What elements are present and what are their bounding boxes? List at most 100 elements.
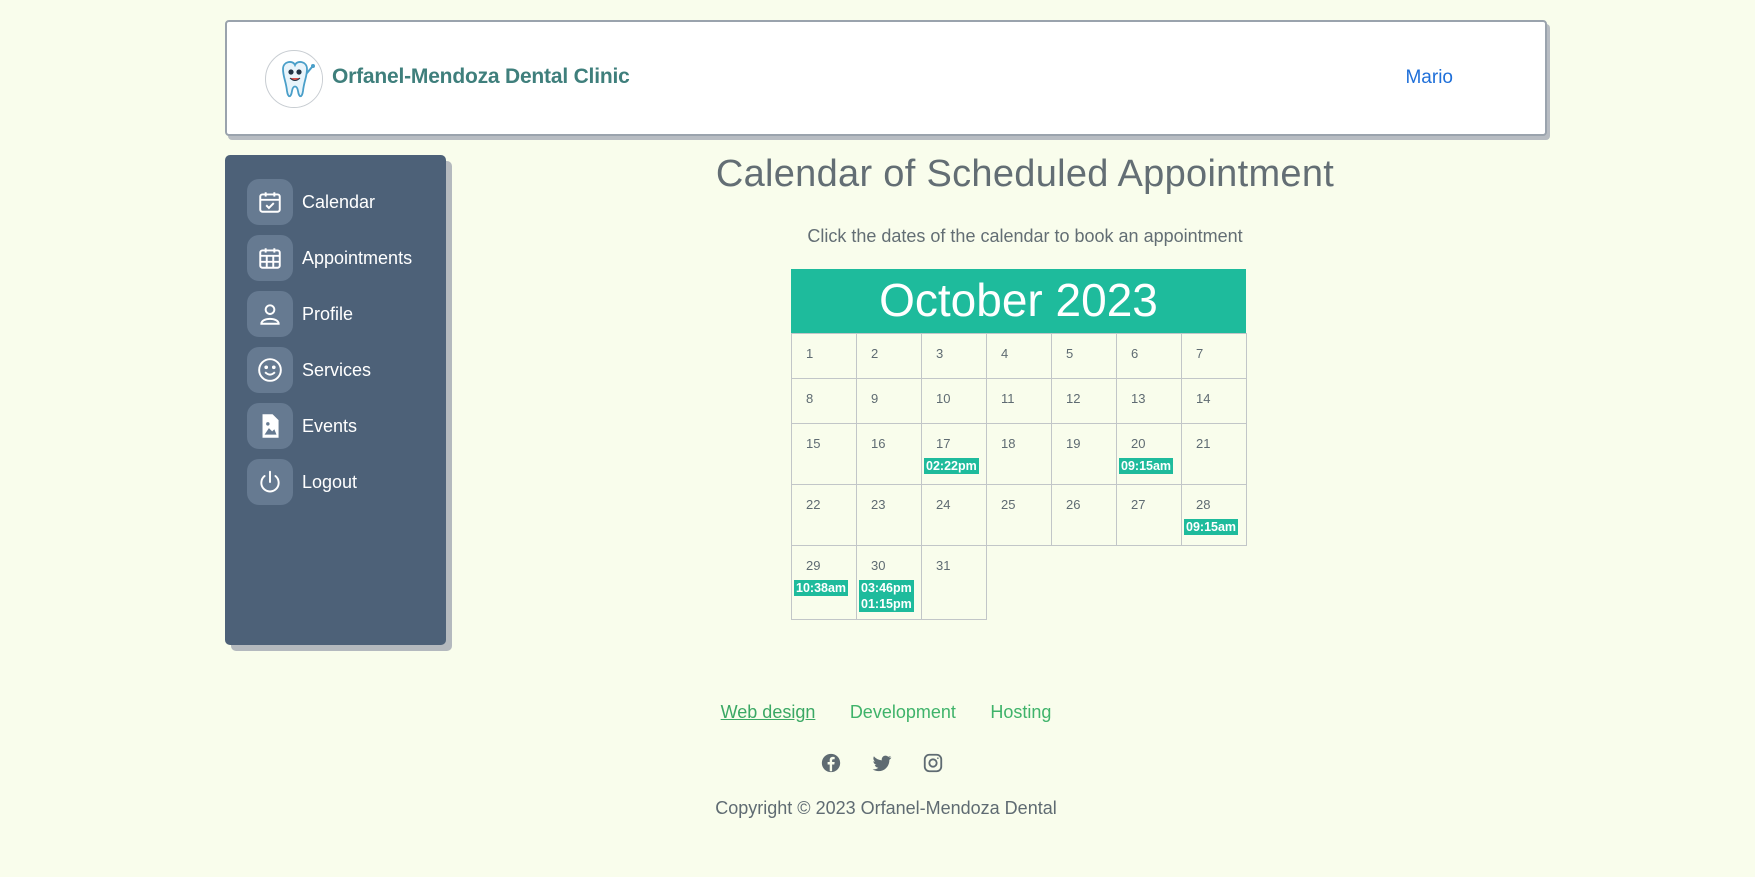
appointment-time-badge[interactable]: 09:15am [1184, 519, 1239, 535]
tooth-mascot-logo [267, 52, 322, 107]
calendar-day-cell[interactable]: 14 [1181, 378, 1247, 424]
calendar-day-number: 26 [1066, 497, 1081, 512]
calendar-day-number: 18 [1001, 436, 1016, 451]
footer-link-web-design[interactable]: Web design [721, 702, 816, 723]
user-menu-link[interactable]: Mario [1405, 67, 1453, 89]
calendar-day-number: 10 [936, 391, 951, 406]
calendar-day-cell[interactable]: 17 02:22pm [921, 423, 987, 485]
calendar-day-number: 4 [1001, 346, 1009, 361]
calendar-day-cell[interactable]: 27 [1116, 484, 1182, 546]
calendar-day-cell[interactable]: 30 03:46pm 01:15pm [856, 545, 922, 620]
calendar-day-number: 23 [871, 497, 886, 512]
calendar-day-number: 20 [1131, 436, 1146, 451]
clinic-name: Orfanel-Mendoza Dental Clinic [332, 65, 630, 88]
calendar-day-cell[interactable]: 12 [1051, 378, 1117, 424]
calendar-day-number: 1 [806, 346, 814, 361]
clinic-logo[interactable] [265, 50, 323, 108]
calendar-day-cell[interactable]: 16 [856, 423, 922, 485]
sidebar-item-logout[interactable]: Logout [247, 459, 357, 505]
instagram-icon[interactable] [922, 752, 944, 774]
calendar-check-icon [247, 179, 293, 225]
calendar-day-number: 24 [936, 497, 951, 512]
calendar-day-number: 11 [1001, 391, 1015, 406]
calendar-day-cell[interactable]: 29 10:38am [791, 545, 857, 620]
power-icon [247, 459, 293, 505]
calendar-day-cell[interactable]: 20 09:15am [1116, 423, 1182, 485]
sidebar-item-appointments[interactable]: Appointments [247, 235, 412, 281]
footer-links: Web design Development Hosting [600, 702, 1172, 723]
appointment-time-badge[interactable]: 09:15am [1119, 458, 1174, 474]
calendar-day-number: 14 [1196, 391, 1211, 406]
sidebar: Calendar Appointments Profile Services E… [225, 155, 446, 645]
calendar-day-cell[interactable]: 25 [986, 484, 1052, 546]
calendar-day-cell[interactable]: 2 [856, 333, 922, 379]
calendar-day-cell[interactable]: 9 [856, 378, 922, 424]
calendar-day-cell[interactable]: 28 09:15am [1181, 484, 1247, 546]
calendar-day-number: 13 [1131, 391, 1146, 406]
calendar-day-cell[interactable]: 18 [986, 423, 1052, 485]
sidebar-item-label: Events [302, 415, 358, 436]
page-title: Calendar of Scheduled Appointment [715, 153, 1335, 195]
appointment-time-badge[interactable]: 03:46pm [859, 580, 914, 596]
calendar-day-number: 21 [1196, 436, 1211, 451]
calendar-day-cell[interactable]: 31 [921, 545, 987, 620]
calendar-day-cell[interactable]: 7 [1181, 333, 1247, 379]
footer-link-hosting[interactable]: Hosting [990, 702, 1051, 723]
calendar-day-number: 9 [871, 391, 879, 406]
calendar-day-cell[interactable]: 24 [921, 484, 987, 546]
page-subtitle: Click the dates of the calendar to book … [807, 226, 1243, 246]
top-header: Orfanel-Mendoza Dental Clinic Mario [225, 20, 1547, 136]
appointment-time-badge[interactable]: 10:38am [794, 580, 849, 596]
calendar-day-cell[interactable]: 19 [1051, 423, 1117, 485]
calendar-day-cell[interactable]: 10 [921, 378, 987, 424]
calendar-day-number: 3 [936, 346, 944, 361]
calendar-day-number: 30 [871, 558, 886, 573]
twitter-icon[interactable] [871, 752, 893, 774]
sidebar-item-label: Appointments [302, 247, 413, 268]
calendar-day-number: 17 [936, 436, 951, 451]
calendar-day-number: 25 [1001, 497, 1016, 512]
calendar-day-number: 29 [806, 558, 821, 573]
calendar-day-cell[interactable]: 15 [791, 423, 857, 485]
social-links [820, 752, 944, 774]
appointment-time-badge[interactable]: 01:15pm [859, 596, 914, 612]
calendar-day-number: 2 [871, 346, 879, 361]
calendar-day-number: 5 [1066, 346, 1074, 361]
calendar-day-cell[interactable]: 6 [1116, 333, 1182, 379]
calendar-day-cell[interactable]: 1 [791, 333, 857, 379]
sidebar-item-events[interactable]: Events [247, 403, 357, 449]
copyright-text: Copyright © 2023 Orfanel-Mendoza Dental [715, 798, 1057, 818]
calendar-day-cell[interactable]: 13 [1116, 378, 1182, 424]
calendar-month-title: October 2023 [791, 269, 1246, 333]
sidebar-item-label: Profile [302, 303, 354, 324]
footer-link-development[interactable]: Development [850, 702, 956, 723]
calendar-day-cell[interactable]: 8 [791, 378, 857, 424]
calendar-day-number: 19 [1066, 436, 1081, 451]
appointment-calendar: October 2023 1 2 3 4 5 6 7 8 9 10 11 12 13 14 15 16 17 02… [791, 269, 1247, 620]
sidebar-item-label: Services [302, 359, 372, 380]
appointment-time-badge[interactable]: 02:22pm [924, 458, 979, 474]
calendar-day-number: 22 [806, 497, 821, 512]
sidebar-item-profile[interactable]: Profile [247, 291, 353, 337]
calendar-day-number: 27 [1131, 497, 1146, 512]
sidebar-item-calendar[interactable]: Calendar [247, 179, 375, 225]
calendar-day-cell[interactable]: 11 [986, 378, 1052, 424]
user-icon [247, 291, 293, 337]
calendar-day-number: 8 [806, 391, 814, 406]
sidebar-item-services[interactable]: Services [247, 347, 371, 393]
calendar-day-number: 16 [871, 436, 886, 451]
calendar-day-cell[interactable]: 22 [791, 484, 857, 546]
calendar-day-number: 7 [1196, 346, 1204, 361]
calendar-day-cell[interactable]: 26 [1051, 484, 1117, 546]
calendar-grid: 1 2 3 4 5 6 7 8 9 10 11 12 13 14 15 16 17 02:22pm 18 19 20 09… [791, 333, 1247, 620]
sidebar-item-label: Logout [302, 471, 358, 492]
facebook-icon[interactable] [820, 752, 842, 774]
calendar-day-cell[interactable]: 21 [1181, 423, 1247, 485]
calendar-day-cell[interactable]: 5 [1051, 333, 1117, 379]
calendar-day-number: 31 [936, 558, 951, 573]
calendar-day-cell[interactable]: 3 [921, 333, 987, 379]
smile-icon [247, 347, 293, 393]
calendar-day-cell[interactable]: 23 [856, 484, 922, 546]
calendar-day-number: 15 [806, 436, 821, 451]
calendar-day-cell[interactable]: 4 [986, 333, 1052, 379]
